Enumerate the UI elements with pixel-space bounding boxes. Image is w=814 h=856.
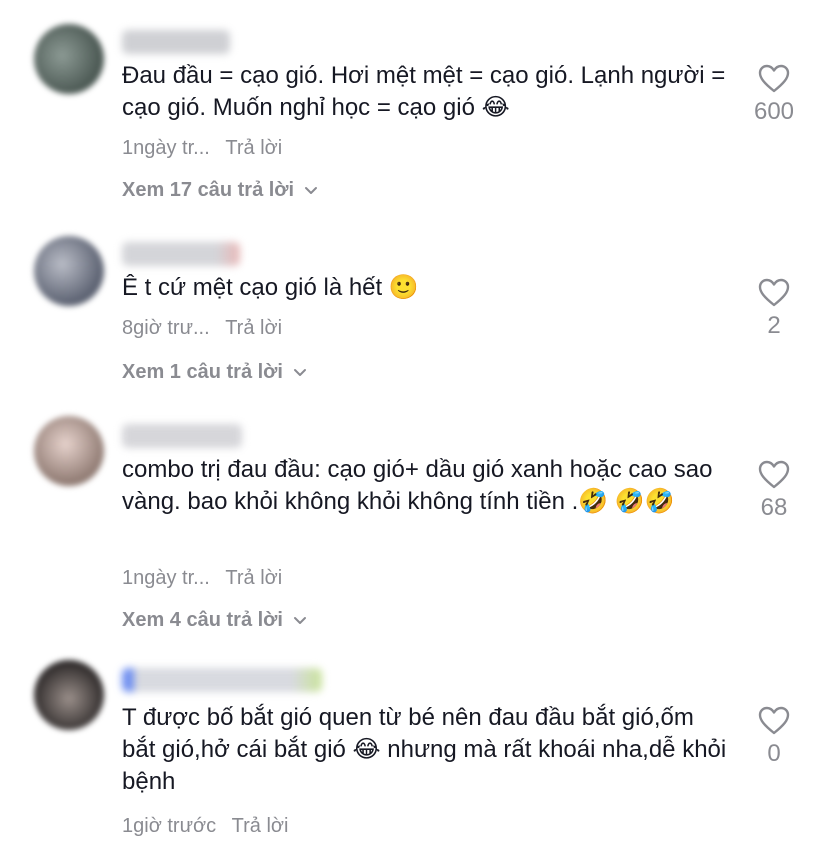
view-replies-label: Xem 4 câu trả lời bbox=[122, 609, 283, 631]
reply-button[interactable]: Trả lời bbox=[232, 814, 289, 838]
comment-text: Ê t cứ mệt cạo gió là hết 🙂 bbox=[122, 274, 419, 301]
view-replies-button[interactable]: Xem 4 câu trả lời bbox=[122, 608, 307, 632]
view-replies-label: Xem 17 câu trả lời bbox=[122, 179, 295, 201]
username-blurred[interactable] bbox=[122, 424, 242, 448]
comment-meta: 8giờ trư... Trả lời bbox=[122, 316, 282, 340]
reply-button[interactable]: Trả lời bbox=[225, 316, 282, 340]
view-replies-button[interactable]: Xem 17 câu trả lời bbox=[122, 178, 318, 202]
comment-text: combo trị đau đầu: cạo gió+ dầu gió xanh… bbox=[122, 456, 720, 515]
username-blurred[interactable] bbox=[122, 242, 240, 266]
avatar[interactable] bbox=[34, 416, 104, 486]
comment-time: 1giờ trước bbox=[122, 815, 217, 837]
reply-button[interactable]: Trả lời bbox=[225, 566, 282, 590]
view-replies-label: Xem 1 câu trả lời bbox=[122, 361, 283, 383]
like-button[interactable]: 600 bbox=[744, 64, 804, 126]
heart-outline-icon bbox=[758, 64, 790, 93]
comment-meta: 1ngày tr... Trả lời bbox=[122, 136, 282, 160]
chevron-down-icon bbox=[293, 617, 306, 624]
comment-time: 8giờ trư... bbox=[122, 317, 210, 339]
comment-text: T được bố bắt gió quen từ bé nên đau đầu… bbox=[122, 704, 733, 795]
avatar[interactable] bbox=[34, 24, 104, 94]
chevron-down-icon bbox=[305, 187, 318, 194]
like-count: 0 bbox=[767, 740, 781, 767]
avatar[interactable] bbox=[34, 660, 104, 730]
reply-button[interactable]: Trả lời bbox=[225, 136, 282, 160]
like-button[interactable]: 0 bbox=[744, 706, 804, 768]
comment-meta: 1giờ trước Trả lời bbox=[122, 814, 288, 838]
comment-meta: 1ngày tr... Trả lời bbox=[122, 566, 282, 590]
chevron-down-icon bbox=[293, 369, 306, 376]
heart-outline-icon bbox=[758, 460, 790, 489]
username-blurred[interactable] bbox=[122, 30, 230, 54]
like-count: 600 bbox=[753, 98, 795, 125]
username-blurred[interactable] bbox=[122, 668, 322, 692]
comment-time: 1ngày tr... bbox=[122, 567, 210, 589]
like-count: 2 bbox=[767, 312, 781, 339]
comment-time: 1ngày tr... bbox=[122, 137, 210, 159]
like-count: 68 bbox=[760, 494, 788, 521]
comment-text: Đau đầu = cạo gió. Hơi mệt mệt = cạo gió… bbox=[122, 62, 732, 121]
view-replies-button[interactable]: Xem 1 câu trả lời bbox=[122, 360, 307, 384]
heart-outline-icon bbox=[758, 706, 790, 735]
avatar[interactable] bbox=[34, 236, 104, 306]
like-button[interactable]: 68 bbox=[744, 460, 804, 522]
like-button[interactable]: 2 bbox=[744, 278, 804, 340]
heart-outline-icon bbox=[758, 278, 790, 307]
